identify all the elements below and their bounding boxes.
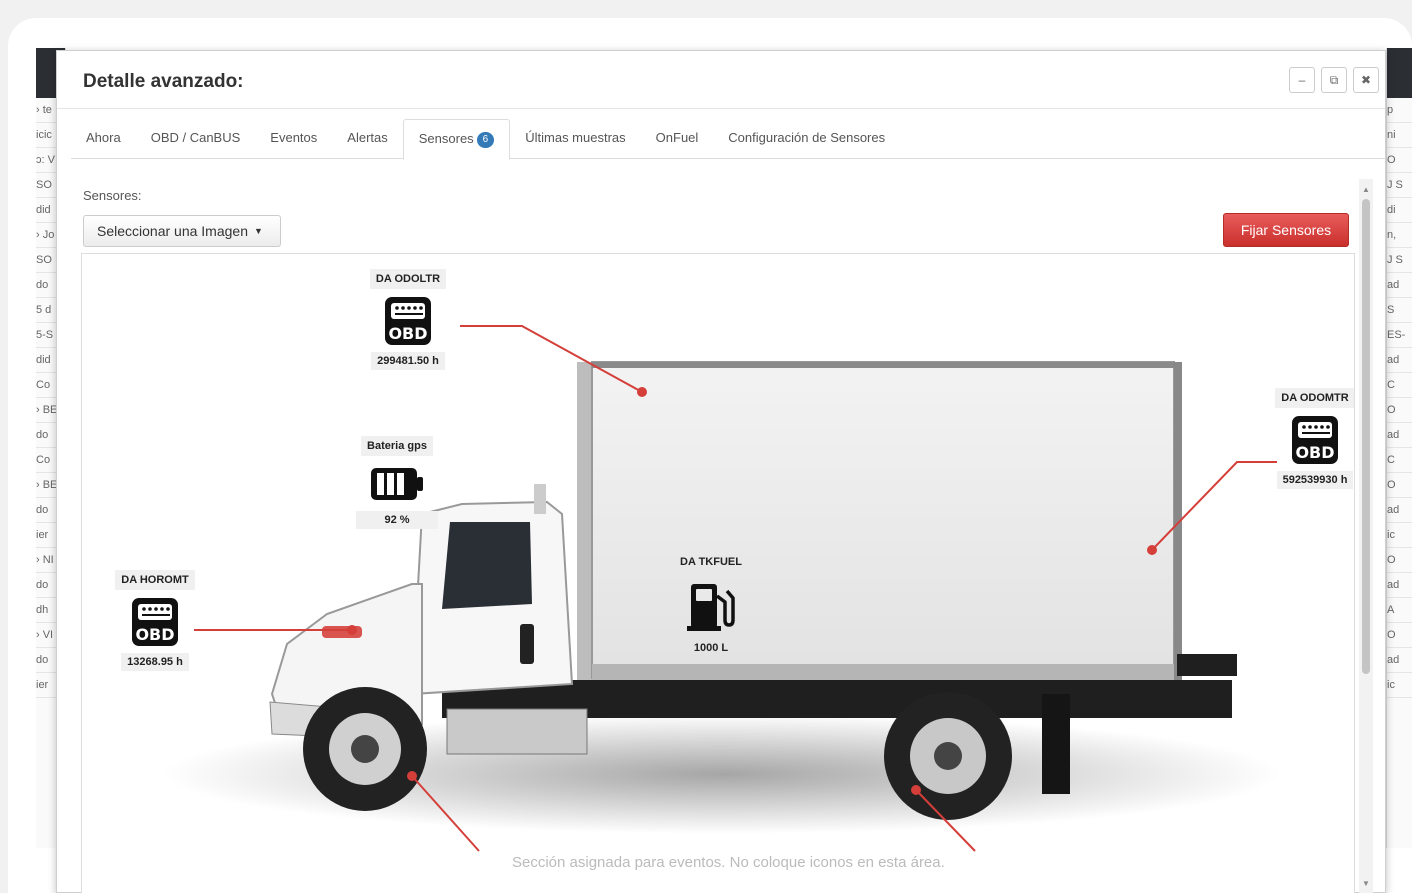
background-right-row: ad — [1387, 423, 1412, 448]
tab-obd-canbus[interactable]: OBD / CanBUS — [136, 119, 256, 158]
background-right-row: J S — [1387, 248, 1412, 273]
background-right-row: p — [1387, 98, 1412, 123]
sensor-name: Bateria gps — [361, 436, 433, 456]
background-right-row: ic — [1387, 673, 1412, 698]
modal-header: Detalle avanzado: – ⧉ ✖ — [57, 51, 1385, 109]
fix-sensors-button[interactable]: Fijar Sensores — [1223, 213, 1349, 247]
background-right-row: ad — [1387, 573, 1412, 598]
sensor-da-horomt[interactable]: DA HOROMT OBD 13268.95 h — [110, 570, 200, 671]
sensor-bateria-gps[interactable]: Bateria gps 92 % — [352, 436, 442, 529]
image-select-label: Seleccionar una Imagen — [97, 223, 248, 239]
window-controls: – ⧉ ✖ — [1289, 67, 1379, 93]
background-right-row: S — [1387, 298, 1412, 323]
events-area-note: Sección asignada para eventos. No coloqu… — [512, 854, 945, 871]
background-right-row: C — [1387, 448, 1412, 473]
tab-sensores-label: Sensores — [418, 131, 474, 146]
battery-icon — [371, 468, 423, 500]
background-right-row: ES- — [1387, 323, 1412, 348]
mud-flap — [1042, 694, 1070, 794]
sensor-value: 92 % — [356, 511, 438, 529]
sensor-da-tkfuel[interactable]: DA TKFUEL 1000 L — [671, 552, 751, 657]
background-right-row: di — [1387, 198, 1412, 223]
background-right-row: ad — [1387, 348, 1412, 373]
svg-text:OBD: OBD — [388, 324, 427, 343]
background-header-right — [1387, 48, 1412, 98]
vertical-scrollbar[interactable]: ▲ ▼ — [1359, 179, 1373, 893]
sensor-count-badge: 6 — [476, 132, 495, 148]
background-right-row: O — [1387, 473, 1412, 498]
background-right-row: ad — [1387, 648, 1412, 673]
svg-text:OBD: OBD — [135, 625, 174, 644]
sensor-name: DA ODOMTR — [1275, 388, 1354, 408]
sensor-name: DA HOROMT — [115, 570, 195, 590]
image-select-dropdown[interactable]: Seleccionar una Imagen ▼ — [83, 215, 281, 247]
background-right-row: n, — [1387, 223, 1412, 248]
sensor-da-odoltr[interactable]: DA ODOLTR OBD 299481.50 h — [367, 269, 449, 370]
popout-button[interactable]: ⧉ — [1321, 67, 1347, 93]
modal-title: Detalle avanzado: — [83, 71, 244, 92]
obd-icon: OBD — [385, 297, 431, 345]
tab-ahora[interactable]: Ahora — [71, 119, 136, 158]
screenshot-frame: › te icic ɔ: V SO did › Jo SO do 5 d 5-S did Co › BE… — [8, 18, 1412, 893]
sensor-canvas[interactable]: DA ODOLTR OBD 299481.50 h Bateria gps 92… — [81, 253, 1355, 893]
fuel-pump-icon — [687, 584, 735, 631]
rear-bumper — [1177, 654, 1237, 676]
tab-sensores[interactable]: Sensores 6 — [402, 119, 511, 160]
background-right-row: O — [1387, 398, 1412, 423]
background-right-row: A — [1387, 598, 1412, 623]
background-right-row: ic — [1387, 523, 1412, 548]
sensors-label: Sensores: — [83, 188, 142, 203]
caret-down-icon: ▼ — [254, 226, 263, 236]
background-right-row: ni — [1387, 123, 1412, 148]
svg-text:OBD: OBD — [1295, 443, 1334, 462]
sensor-name: DA TKFUEL — [680, 556, 742, 568]
sensor-value: 299481.50 h — [371, 352, 445, 370]
background-right-row: J S — [1387, 173, 1412, 198]
tab-onfuel[interactable]: OnFuel — [641, 119, 714, 158]
tab-ultimas-muestras[interactable]: Últimas muestras — [510, 119, 640, 158]
cargo-box — [577, 361, 1182, 682]
rear-wheel — [884, 692, 1012, 820]
background-right-row: O — [1387, 623, 1412, 648]
sensor-da-odomtr[interactable]: DA ODOMTR OBD 592539930 h — [1270, 388, 1354, 489]
background-right-row: ad — [1387, 498, 1412, 523]
front-wheel — [303, 687, 427, 811]
background-right-row: O — [1387, 148, 1412, 173]
tab-configuracion-sensores[interactable]: Configuración de Sensores — [713, 119, 900, 158]
minimize-button[interactable]: – — [1289, 67, 1315, 93]
close-button[interactable]: ✖ — [1353, 67, 1379, 93]
tab-bar: Ahora OBD / CanBUS Eventos Alertas Senso… — [71, 119, 1385, 160]
sensor-value: 1000 L — [693, 642, 729, 654]
sensor-name: DA ODOLTR — [369, 269, 447, 289]
obd-icon: OBD — [132, 598, 178, 646]
background-right-row: ad — [1387, 273, 1412, 298]
background-right-row: O — [1387, 548, 1412, 573]
background-page-right: p ni O J Sdi n, J Sad S ES-ad C Oad C Oad ic Oad A Oad i… — [1386, 48, 1412, 848]
background-right-row: C — [1387, 373, 1412, 398]
tab-alertas[interactable]: Alertas — [332, 119, 402, 158]
tab-eventos[interactable]: Eventos — [255, 119, 332, 158]
scroll-thumb[interactable] — [1362, 199, 1370, 674]
sensor-value: 13268.95 h — [121, 653, 189, 671]
sensor-value: 592539930 h — [1276, 471, 1354, 489]
advanced-detail-modal: Detalle avanzado: – ⧉ ✖ Ahora OBD / CanB… — [56, 50, 1386, 893]
obd-icon: OBD — [1292, 416, 1338, 464]
scroll-down-icon[interactable]: ▼ — [1362, 879, 1370, 888]
scroll-up-icon[interactable]: ▲ — [1362, 185, 1370, 194]
